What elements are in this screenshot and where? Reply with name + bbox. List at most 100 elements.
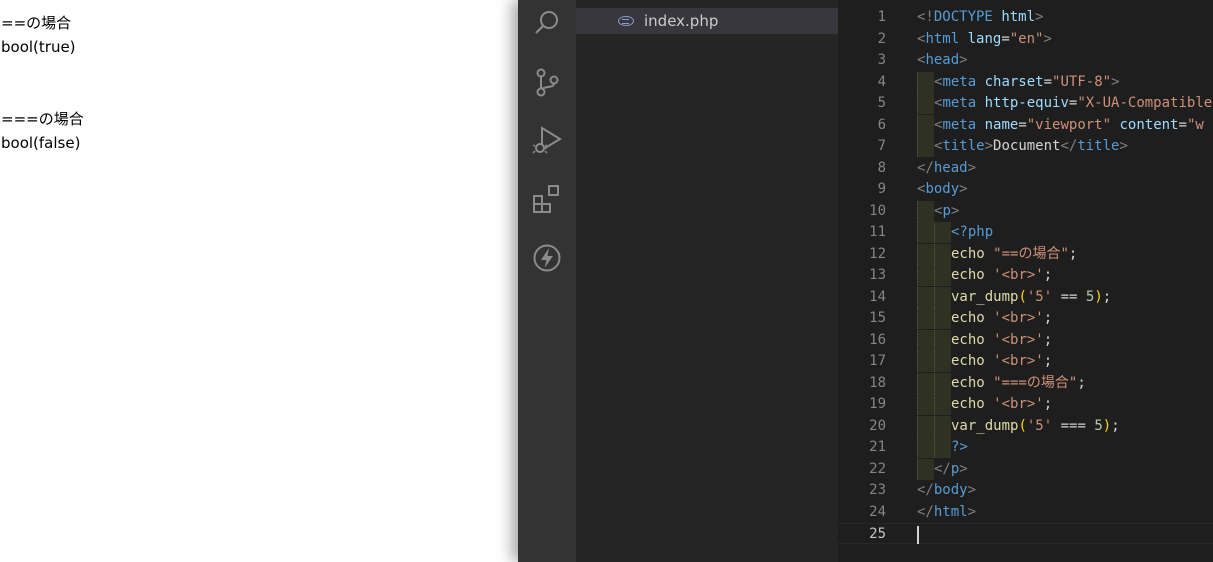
code-line[interactable]: 3 <head> (838, 50, 1213, 71)
code-token: '5' (1026, 288, 1053, 305)
code-token: echo (951, 267, 985, 283)
code-token: '5' (1026, 417, 1053, 434)
code-token: > (984, 138, 994, 154)
code-token: ; (1102, 288, 1112, 305)
line-number: 1 (877, 9, 886, 25)
code-token: title (942, 138, 985, 154)
code-token: </ (917, 503, 934, 520)
code-token: = (1018, 116, 1027, 133)
line-number: 12 (869, 245, 886, 262)
code-token: head (925, 52, 960, 68)
line-number: 14 (869, 288, 886, 305)
code-token: > (967, 503, 977, 520)
code-line[interactable]: 24 </html> (838, 502, 1213, 523)
code-line[interactable]: 25 (838, 523, 1213, 544)
code-line[interactable]: 14 var_dump('5' == 5); (838, 286, 1213, 308)
indent-guide (917, 222, 934, 243)
code-token: p (942, 202, 951, 219)
code-text: <title>Document</title> (934, 136, 1128, 157)
code-text: </head> (917, 158, 976, 179)
code-line[interactable]: 17 echo '<br>'; (838, 351, 1213, 372)
code-token: head (933, 159, 968, 176)
code-token: '<br>' (993, 353, 1044, 369)
indent-guide (917, 415, 934, 437)
code-token: 5 (1094, 417, 1103, 434)
indent-guide (934, 372, 951, 394)
code-line[interactable]: 9 <body> (838, 179, 1213, 200)
code-token: ( (1018, 417, 1027, 434)
code-token: ) (1094, 288, 1103, 305)
code-token: echo (951, 374, 985, 391)
code-text: <body> (917, 179, 968, 200)
code-line[interactable]: 6 <meta name="viewport" content="w (838, 114, 1213, 136)
extensions-icon[interactable] (532, 184, 562, 214)
code-line[interactable]: 5 <meta http-equiv="X-UA-Compatible" (838, 93, 1213, 114)
run-debug-icon[interactable] (532, 125, 562, 155)
code-line[interactable]: 10 <p> (838, 200, 1213, 222)
code-token: charset (984, 73, 1044, 90)
code-text: echo '<br>'; (951, 308, 1052, 329)
code-area[interactable]: 1 <!DOCTYPE html> 2 <html lang="en"> 3 <head>… (838, 0, 1213, 562)
code-text: echo '<br>'; (951, 265, 1052, 286)
code-line[interactable]: 7 <title>Document</title> (838, 136, 1213, 157)
code-text: var_dump('5' == 5); (951, 287, 1111, 308)
code-token: meta (942, 73, 977, 90)
code-line[interactable]: 22 </p> (838, 458, 1213, 480)
line-number: 22 (869, 460, 886, 477)
code-text: <meta http-equiv="X-UA-Compatible" (934, 93, 1213, 114)
code-line[interactable]: 23 </body> (838, 480, 1213, 501)
indent-guide (917, 394, 934, 415)
code-token: </ (1060, 138, 1078, 154)
code-line[interactable]: 18 echo "===の場合"; (838, 372, 1213, 394)
code-line[interactable]: 13 echo '<br>'; (838, 265, 1213, 286)
lightning-icon[interactable] (532, 243, 562, 273)
code-token: > (959, 460, 968, 477)
search-icon[interactable] (532, 8, 562, 38)
indent-guide (917, 114, 934, 136)
code-line[interactable]: 11 <?php (838, 222, 1213, 243)
code-line[interactable]: 20 var_dump('5' === 5); (838, 415, 1213, 437)
code-token: html (1001, 9, 1036, 25)
code-token: '<br>' (993, 331, 1044, 348)
indent-guide (934, 222, 951, 243)
code-token: "===の場合" (993, 374, 1078, 391)
file-item-index-php[interactable]: index.php (576, 8, 838, 34)
code-line[interactable]: 21 ?> (838, 437, 1213, 458)
code-line[interactable]: 12 echo "==の場合"; (838, 243, 1213, 265)
code-text: </body> (917, 480, 976, 501)
code-token: echo (951, 310, 985, 326)
code-text: <head> (917, 50, 968, 71)
code-text: <p> (934, 201, 959, 222)
code-token: ; (1111, 417, 1120, 434)
source-control-icon[interactable] (532, 67, 562, 97)
code-token: ; (1043, 310, 1053, 326)
code-line[interactable]: 2 <html lang="en"> (838, 29, 1213, 50)
code-token: = (1001, 30, 1010, 47)
code-token: "UTF-8" (1052, 73, 1112, 90)
code-token: "viewport" (1026, 116, 1112, 133)
code-token: > (1035, 9, 1044, 25)
code-token: ( (1018, 288, 1027, 305)
code-line[interactable]: 8 </head> (838, 158, 1213, 179)
code-line[interactable]: 4 <meta charset="UTF-8"> (838, 71, 1213, 93)
indent-guide (917, 458, 934, 480)
code-token: ; (1077, 374, 1086, 391)
code-line[interactable]: 16 echo '<br>'; (838, 329, 1213, 351)
code-token: > (967, 482, 977, 498)
code-line[interactable]: 1 <!DOCTYPE html> (838, 7, 1213, 28)
line-number: 8 (877, 159, 886, 176)
code-text: </html> (917, 502, 976, 523)
indent-guide (934, 243, 951, 265)
line-number: 6 (877, 116, 886, 133)
code-text: <meta name="viewport" content="w (934, 115, 1204, 136)
code-line[interactable]: 19 echo '<br>'; (838, 394, 1213, 415)
code-line[interactable]: 15 echo '<br>'; (838, 308, 1213, 329)
code-text: ?> (951, 437, 968, 458)
code-token: "en" (1009, 30, 1044, 47)
